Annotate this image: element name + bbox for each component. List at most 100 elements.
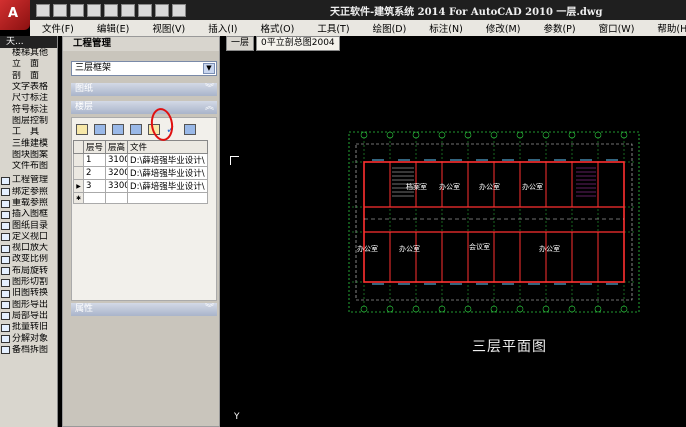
- column-header[interactable]: 层号: [82, 140, 107, 154]
- toolbar-command[interactable]: 图纸目录: [0, 220, 57, 231]
- table-cell[interactable]: 3300: [105, 179, 129, 193]
- menu-item[interactable]: 修改(M): [474, 21, 532, 35]
- menu-item[interactable]: 窗口(W): [587, 21, 646, 35]
- toolbar-menu-item[interactable]: 符号标注: [0, 104, 57, 115]
- menu-item[interactable]: 参数(P): [531, 21, 586, 35]
- chevron-down-icon[interactable]: ▼: [203, 63, 215, 74]
- section-properties[interactable]: 属性 ︾: [71, 303, 217, 316]
- print-icon[interactable]: [121, 3, 135, 17]
- toolbar-menu-item[interactable]: 图块图案: [0, 150, 57, 161]
- menu-item[interactable]: 标注(N): [417, 21, 474, 35]
- toolbar-menu-item[interactable]: 尺寸标注: [0, 93, 57, 104]
- layout-tab[interactable]: 0平立剖总图2004: [256, 36, 340, 51]
- toolbar-menu-item[interactable]: 剖 面: [0, 71, 57, 82]
- image-icon[interactable]: [94, 123, 106, 135]
- open-file-icon[interactable]: [53, 3, 67, 17]
- table-row[interactable]: 2 3200 D:\薛培强毕业设计\: [73, 166, 208, 180]
- room-label: 会议室: [469, 243, 490, 251]
- toolbar-command[interactable]: 批量转旧: [0, 322, 57, 333]
- toolbar-command[interactable]: 布局旋转: [0, 266, 57, 277]
- layout-tabs: 一层 0平立剖总图2004: [226, 36, 340, 51]
- dropdown-icon[interactable]: [172, 3, 186, 17]
- chevron-down-icon[interactable]: ︾: [205, 303, 214, 316]
- copy-icon[interactable]: [130, 123, 142, 135]
- room-label: 办公室: [522, 183, 543, 191]
- command-icon: [1, 188, 10, 197]
- menu-item[interactable]: 视图(V): [140, 21, 196, 35]
- toolbar-command[interactable]: 定义视口: [0, 232, 57, 243]
- toolbar-command[interactable]: 绑定参照: [0, 187, 57, 198]
- undo-icon[interactable]: [87, 3, 101, 17]
- publish-icon[interactable]: [155, 3, 169, 17]
- command-icon: [1, 289, 10, 298]
- toolbar-command[interactable]: 分解对象: [0, 333, 57, 344]
- toolbar-menu-item[interactable]: 文件布图: [0, 161, 57, 172]
- menu-item[interactable]: 插入(I): [196, 21, 248, 35]
- match-properties-icon[interactable]: [138, 3, 152, 17]
- app-logo[interactable]: A: [0, 0, 30, 30]
- building-icon[interactable]: [112, 123, 124, 135]
- table-cell[interactable]: 3200: [105, 166, 129, 180]
- column-header[interactable]: 文件: [127, 140, 208, 154]
- open-folder-icon[interactable]: [76, 123, 88, 135]
- save-icon[interactable]: [70, 3, 84, 17]
- table-cell[interactable]: D:\薛培强毕业设计\: [127, 153, 208, 167]
- new-row[interactable]: ✱: [73, 192, 208, 204]
- new-file-icon[interactable]: [36, 3, 50, 17]
- toolbar-command[interactable]: 备档拆图: [0, 345, 57, 356]
- toolbar-command[interactable]: 图形切割: [0, 277, 57, 288]
- menu-item[interactable]: 绘图(D): [361, 21, 418, 35]
- toolbar-menu-item[interactable]: 三维建模: [0, 138, 57, 149]
- table-cell[interactable]: D:\薛培强毕业设计\: [127, 166, 208, 180]
- panel-title: 工程管理: [63, 37, 219, 51]
- toolbar-menu-item[interactable]: 图层控制: [0, 116, 57, 127]
- toolbar-command[interactable]: 视口放大: [0, 243, 57, 254]
- ucs-y-axis: Y: [234, 412, 240, 422]
- menu-item[interactable]: 格式(O): [248, 21, 305, 35]
- table-row[interactable]: 1 3100 D:\薛培强毕业设计\: [73, 153, 208, 167]
- command-icon: [1, 312, 10, 321]
- command-icon: [1, 278, 10, 287]
- command-icon: [1, 255, 10, 264]
- toolbar-command[interactable]: 旧图转换: [0, 288, 57, 299]
- table-row[interactable]: ▶ 3 3300 D:\薛培强毕业设计\: [73, 179, 208, 193]
- table-cell[interactable]: 1: [82, 153, 107, 167]
- chevron-down-icon[interactable]: ︾: [205, 83, 214, 96]
- layout-tab[interactable]: 一层: [226, 36, 255, 51]
- command-icon: [1, 267, 10, 276]
- menu-item[interactable]: 文件(F): [30, 21, 85, 35]
- command-icon: [1, 176, 10, 185]
- toolbar-menu-item[interactable]: 文字表格: [0, 82, 57, 93]
- toolbar-command[interactable]: 工程管理: [0, 175, 57, 186]
- menu-item[interactable]: 帮助(H): [645, 21, 686, 35]
- room-label: 办公室: [479, 183, 500, 191]
- 3d-model-icon[interactable]: [184, 123, 196, 135]
- table-cell[interactable]: 3100: [105, 153, 129, 167]
- toolbar-command[interactable]: 图形导出: [0, 300, 57, 311]
- chevron-up-icon[interactable]: ︽: [205, 101, 214, 114]
- toolbar-menu-item[interactable]: 工 具: [0, 127, 57, 138]
- toolbar-command[interactable]: 局部导出: [0, 311, 57, 322]
- section-drawings[interactable]: 图纸 ︾: [71, 83, 217, 96]
- project-select[interactable]: 三层框架 ▼: [71, 61, 217, 76]
- toolbar-menu-item[interactable]: 立 面: [0, 59, 57, 70]
- room-label: 办公室: [357, 245, 378, 253]
- table-cell[interactable]: 3: [82, 179, 107, 193]
- column-header[interactable]: 层高: [105, 140, 129, 154]
- toolbar-menu-item[interactable]: 楼梯其他: [0, 48, 57, 59]
- section-floors[interactable]: 楼层 ︽: [71, 101, 217, 114]
- toolbar-command[interactable]: 改变比例: [0, 254, 57, 265]
- room-label: 档案室: [406, 183, 427, 191]
- room-label: 办公室: [399, 245, 420, 253]
- toolbar-command[interactable]: 插入图框: [0, 209, 57, 220]
- redo-icon[interactable]: [104, 3, 118, 17]
- menu-item[interactable]: 工具(T): [305, 21, 360, 35]
- command-icon: [1, 222, 10, 231]
- command-icon: [1, 323, 10, 332]
- table-cell[interactable]: 2: [82, 166, 107, 180]
- table-cell[interactable]: D:\薛培强毕业设计\: [127, 179, 208, 193]
- drawing-canvas[interactable]: 档案室 办公室 办公室 办公室 办公室 办公室 会议室 办公室 三层平面图 Y: [224, 52, 686, 427]
- menu-item[interactable]: 编辑(E): [85, 21, 140, 35]
- toolbar-command[interactable]: 重载参照: [0, 198, 57, 209]
- floor-plan: [348, 131, 640, 313]
